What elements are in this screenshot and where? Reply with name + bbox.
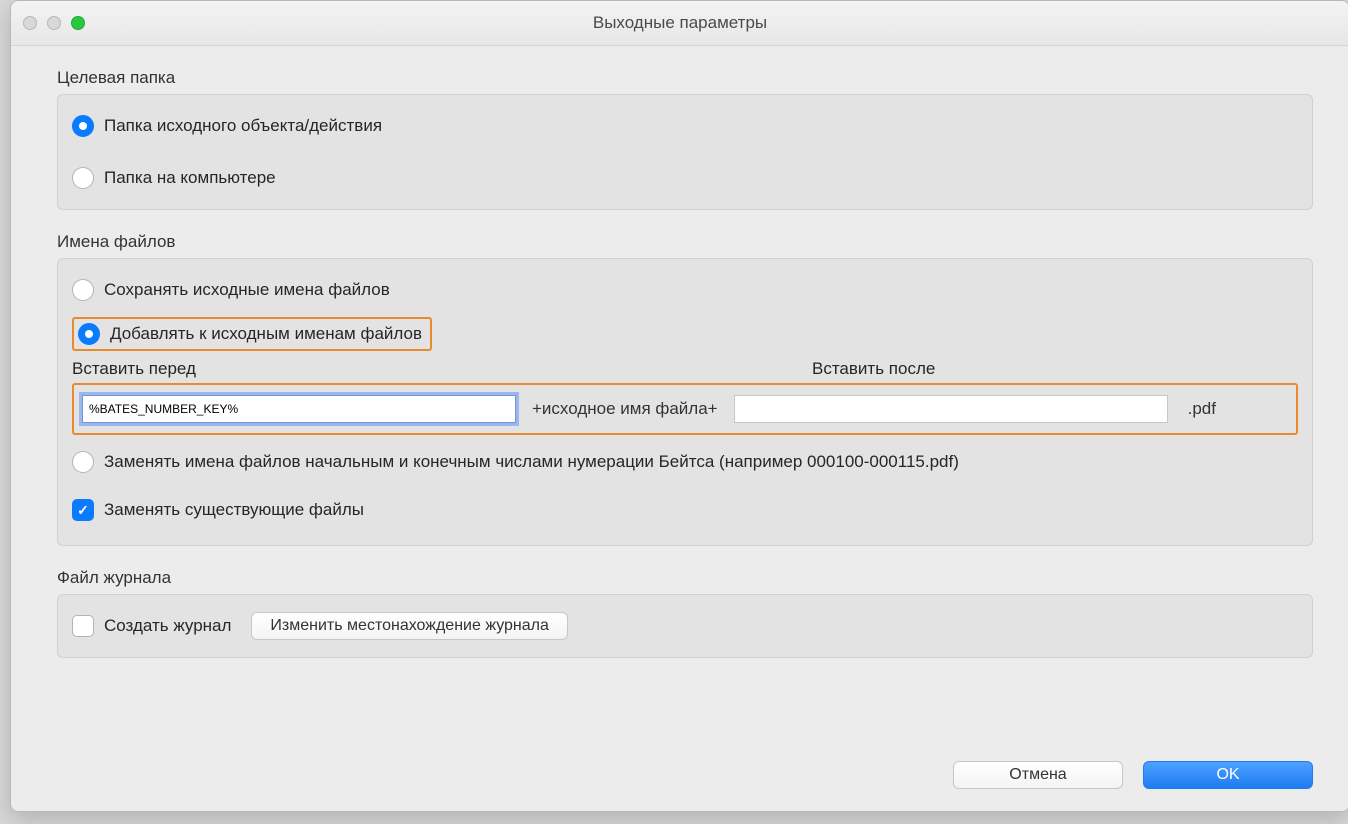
titlebar: Выходные параметры: [11, 1, 1348, 46]
label-insert-before: Вставить перед: [72, 359, 812, 379]
minimize-icon[interactable]: [47, 16, 61, 30]
dialog-footer: Отмена OK: [953, 761, 1313, 789]
checkbox-create-log[interactable]: Создать журнал: [72, 609, 231, 643]
window-title: Выходные параметры: [593, 13, 767, 33]
button-label: Отмена: [1009, 766, 1066, 784]
extension-text: .pdf: [1188, 399, 1216, 419]
radio-label: Заменять имена файлов начальным и конечн…: [104, 452, 959, 472]
insert-labels-row: Вставить перед Вставить после: [72, 359, 1298, 379]
target-folder-heading: Целевая папка: [57, 68, 1313, 88]
close-icon[interactable]: [23, 16, 37, 30]
radio-icon: [72, 115, 94, 137]
radio-computer-folder[interactable]: Папка на компьютере: [72, 161, 1298, 195]
target-folder-panel: Папка исходного объекта/действия Папка н…: [57, 94, 1313, 210]
radio-append-names[interactable]: Добавлять к исходным именам файлов: [72, 317, 432, 351]
radio-source-folder[interactable]: Папка исходного объекта/действия: [72, 109, 1298, 143]
log-heading: Файл журнала: [57, 568, 1313, 588]
file-names-panel: Сохранять исходные имена файлов Добавлят…: [57, 258, 1313, 546]
radio-label: Сохранять исходные имена файлов: [104, 280, 390, 300]
dialog-content: Целевая папка Папка исходного объекта/де…: [11, 46, 1348, 698]
radio-keep-names[interactable]: Сохранять исходные имена файлов: [72, 273, 1298, 307]
between-text: +исходное имя файла+: [532, 399, 718, 419]
label-insert-after: Вставить после: [812, 359, 1298, 379]
checkbox-overwrite[interactable]: Заменять существующие файлы: [72, 493, 1298, 527]
radio-icon: [78, 323, 100, 345]
insert-after-input[interactable]: [734, 395, 1168, 423]
radio-bates-replace[interactable]: Заменять имена файлов начальным и конечн…: [72, 445, 1298, 479]
checkbox-label: Заменять существующие файлы: [104, 500, 364, 520]
radio-label: Папка исходного объекта/действия: [104, 116, 382, 136]
zoom-icon[interactable]: [71, 16, 85, 30]
cancel-button[interactable]: Отмена: [953, 761, 1123, 789]
radio-label: Добавлять к исходным именам файлов: [110, 324, 422, 344]
checkbox-icon: [72, 499, 94, 521]
dialog-window: Выходные параметры Целевая папка Папка и…: [10, 0, 1348, 812]
insert-before-input[interactable]: [82, 395, 516, 423]
insert-inputs-row: +исходное имя файла+ .pdf: [72, 383, 1298, 435]
checkbox-label: Создать журнал: [104, 616, 231, 636]
window-controls: [23, 16, 85, 30]
radio-icon: [72, 451, 94, 473]
change-log-location-button[interactable]: Изменить местонахождение журнала: [251, 612, 567, 640]
radio-icon: [72, 279, 94, 301]
button-label: Изменить местонахождение журнала: [270, 617, 548, 635]
button-label: OK: [1216, 766, 1239, 784]
log-panel: Создать журнал Изменить местонахождение …: [57, 594, 1313, 658]
radio-label: Папка на компьютере: [104, 168, 276, 188]
radio-icon: [72, 167, 94, 189]
ok-button[interactable]: OK: [1143, 761, 1313, 789]
file-names-heading: Имена файлов: [57, 232, 1313, 252]
checkbox-icon: [72, 615, 94, 637]
